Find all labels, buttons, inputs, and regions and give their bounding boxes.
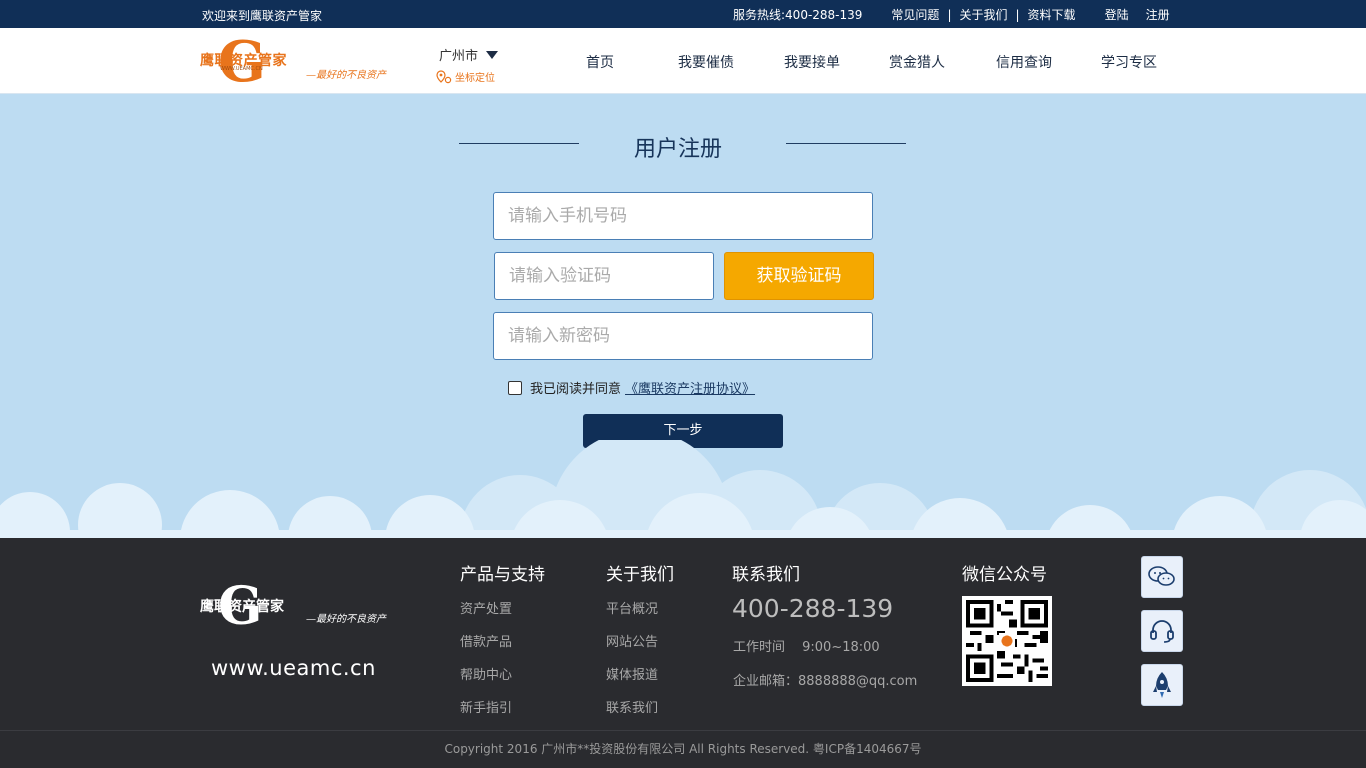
wechat-qr-code xyxy=(962,596,1052,686)
wechat-side-button[interactable] xyxy=(1141,556,1183,598)
welcome-text: 欢迎来到鹰联资产管家 xyxy=(202,9,323,23)
company-email: 企业邮箱：8888888@qq.com xyxy=(733,674,918,689)
nav-credit-check[interactable]: 信用查询 xyxy=(996,52,1052,72)
copyright: Copyright 2016 广州市**投资股份有限公司 All Rights … xyxy=(0,730,1366,768)
nav-home[interactable]: 首页 xyxy=(586,52,614,72)
link-beginner-guide[interactable]: 新手指引 xyxy=(460,697,512,716)
location-pin-icon xyxy=(436,69,452,83)
faq-link[interactable]: 常见问题 xyxy=(891,6,939,23)
site-logo[interactable]: G 鹰联资产管家 WWW.UEAMC.CN —最好的不良资产 xyxy=(200,34,400,90)
footer: G 鹰联资产管家 —最好的不良资产 www.ueamc.cn 产品与支持 资产处… xyxy=(0,538,1366,768)
separator: | xyxy=(1015,7,1020,22)
caret-down-icon xyxy=(486,50,499,59)
register-link[interactable]: 注册 xyxy=(1146,6,1170,23)
footer-logo: G 鹰联资产管家 —最好的不良资产 xyxy=(200,581,400,633)
nav-collect-debt[interactable]: 我要催债 xyxy=(678,52,734,72)
login-link[interactable]: 登陆 xyxy=(1105,6,1129,23)
clouds-decoration xyxy=(0,440,1366,538)
link-loan-products[interactable]: 借款产品 xyxy=(460,631,512,650)
contact-heading: 联系我们 xyxy=(732,565,800,585)
top-bar: 欢迎来到鹰联资产管家 服务热线:400-288-139 常见问题 | 关于我们 … xyxy=(0,0,1366,28)
link-announcements[interactable]: 网站公告 xyxy=(606,631,658,650)
link-platform-overview[interactable]: 平台概况 xyxy=(606,598,658,617)
separator: | xyxy=(947,7,952,22)
nav-take-orders[interactable]: 我要接单 xyxy=(784,52,840,72)
back-to-top-button[interactable] xyxy=(1141,664,1183,706)
agree-checkbox[interactable] xyxy=(508,380,522,395)
city-name: 广州市 xyxy=(439,49,479,64)
footer-logo-slogan: —最好的不良资产 xyxy=(306,614,386,625)
agree-text: 我已阅读并同意 xyxy=(530,382,622,397)
about-link[interactable]: 关于我们 xyxy=(959,6,1007,23)
logo-slogan: —最好的不良资产 xyxy=(306,70,386,81)
working-hours: 工作时间 9:00~18:00 xyxy=(733,640,880,655)
password-input[interactable]: 请输入新密码 xyxy=(493,312,873,360)
customer-service-button[interactable] xyxy=(1141,610,1183,652)
footer-site-url: www.ueamc.cn xyxy=(211,656,376,680)
service-hotline: 服务热线:400-288-139 xyxy=(733,8,863,22)
top-links: 服务热线:400-288-139 常见问题 | 关于我们 | 资料下载 登陆 注… xyxy=(733,6,1170,23)
verification-code-input[interactable]: 请输入验证码 xyxy=(494,252,714,300)
products-heading: 产品与支持 xyxy=(460,565,545,585)
city-selector[interactable]: 广州市 xyxy=(439,45,499,64)
agreement-row: 我已阅读并同意 《鹰联资产注册协议》 xyxy=(508,378,755,397)
locate-label: 坐标定位 xyxy=(455,73,495,84)
agreement-link[interactable]: 《鹰联资产注册协议》 xyxy=(625,378,755,397)
contact-phone: 400-288-139 xyxy=(732,594,894,623)
wechat-heading: 微信公众号 xyxy=(962,565,1047,585)
about-heading: 关于我们 xyxy=(606,565,674,585)
footer-logo-brand: 鹰联资产管家 xyxy=(200,599,284,615)
link-asset-disposal[interactable]: 资产处置 xyxy=(460,598,512,617)
title-divider-left xyxy=(459,143,579,144)
download-link[interactable]: 资料下载 xyxy=(1028,6,1076,23)
title-divider-right xyxy=(786,143,906,144)
page-title: 用户注册 xyxy=(634,137,723,162)
nav-bounty-hunter[interactable]: 赏金猎人 xyxy=(889,52,945,72)
wechat-icon xyxy=(1148,566,1175,586)
link-contact-us[interactable]: 联系我们 xyxy=(606,697,658,716)
rocket-icon xyxy=(1153,672,1171,698)
headset-icon xyxy=(1150,620,1174,643)
link-help-center[interactable]: 帮助中心 xyxy=(460,664,512,683)
get-code-button[interactable]: 获取验证码 xyxy=(724,252,874,300)
logo-url: WWW.UEAMC.CN xyxy=(220,66,263,72)
header: G 鹰联资产管家 WWW.UEAMC.CN —最好的不良资产 广州市 坐标定位 … xyxy=(0,28,1366,94)
locate-button[interactable]: 坐标定位 xyxy=(436,69,495,84)
nav-learning[interactable]: 学习专区 xyxy=(1101,52,1157,72)
link-media-reports[interactable]: 媒体报道 xyxy=(606,664,658,683)
phone-input[interactable]: 请输入手机号码 xyxy=(493,192,873,240)
